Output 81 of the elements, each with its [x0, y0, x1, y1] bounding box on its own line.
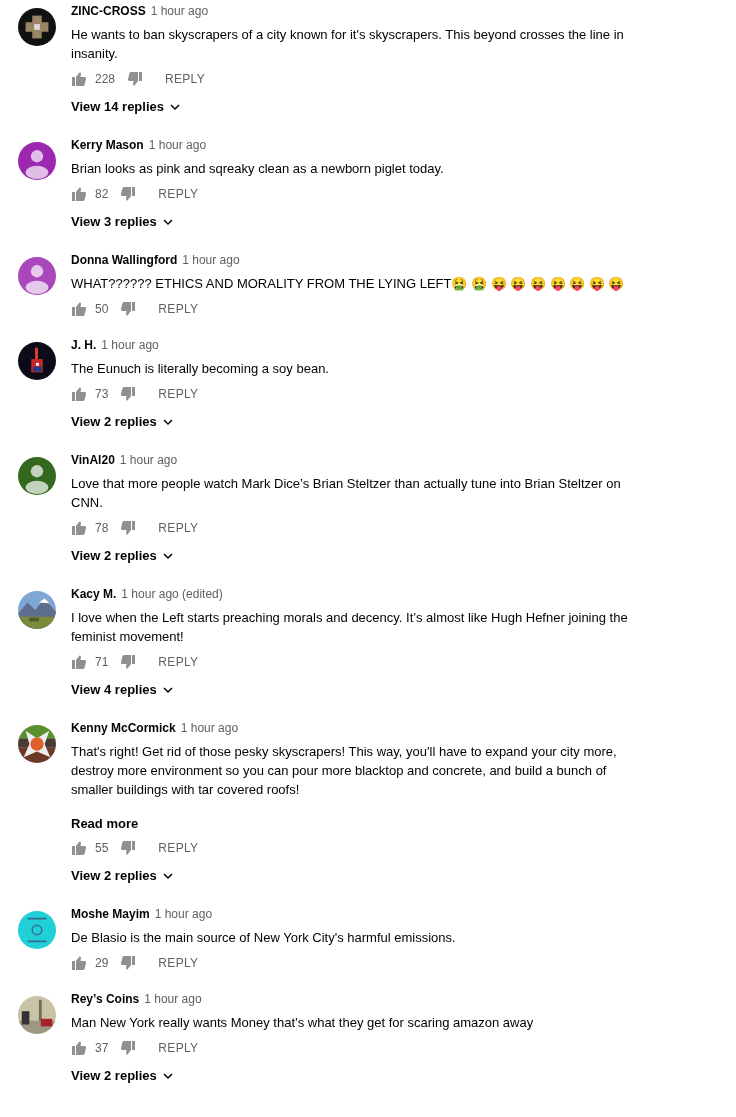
view-replies-button[interactable]: View 4 replies: [71, 676, 173, 703]
thumbs-up-icon[interactable]: [71, 520, 87, 536]
reply-button[interactable]: REPLY: [165, 68, 205, 90]
view-replies-button[interactable]: View 3 replies: [71, 208, 173, 235]
comment-time[interactable]: 1 hour ago: [119, 453, 178, 467]
like-count: 228: [95, 72, 116, 86]
reply-button[interactable]: REPLY: [158, 517, 199, 539]
author-name[interactable]: Moshe Mayim: [71, 907, 150, 921]
thumbs-up-icon[interactable]: [71, 1040, 87, 1056]
comment-time[interactable]: 1 hour ago: [150, 4, 209, 18]
like-count: 82: [95, 187, 109, 201]
view-replies-button[interactable]: View 2 replies: [71, 862, 173, 889]
avatar-icon[interactable]: [18, 457, 56, 495]
author-name[interactable]: Kenny McCormick: [71, 721, 176, 735]
thumbs-down-icon[interactable]: [120, 840, 137, 856]
like-count: 55: [95, 841, 109, 855]
comment-text: The Eunuch is literally becoming a soy bean.: [71, 360, 330, 378]
like-count: 78: [95, 521, 109, 535]
thumbs-down-icon[interactable]: [120, 955, 137, 971]
like-count: 71: [95, 655, 109, 669]
caret-icon: [162, 417, 173, 426]
thumbs-up-icon[interactable]: [71, 186, 87, 202]
thumbs-down-icon[interactable]: [120, 654, 137, 670]
thumbs-down-icon[interactable]: [120, 386, 137, 402]
like-count: 73: [95, 387, 109, 401]
thumbs-down-icon[interactable]: [120, 186, 137, 202]
comment-text: WHAT?????? ETHICS AND MORALITY FROM THE LYING LEFT🤮 🤮 😝 😝 😝 😝 😝 😝 😝: [71, 275, 626, 293]
reply-button[interactable]: REPLY: [158, 952, 199, 974]
caret-icon: [170, 102, 180, 111]
author-name[interactable]: VinAl20: [71, 453, 115, 467]
thumbs-down-icon[interactable]: [120, 1040, 137, 1056]
comment-time[interactable]: 1 hour ago: [148, 138, 207, 152]
thumbs-up-icon[interactable]: [71, 840, 87, 856]
thumbs-up-icon[interactable]: [71, 955, 87, 971]
author-name[interactable]: Kerry Mason: [71, 138, 144, 152]
caret-icon: [162, 551, 173, 560]
like-count: 50: [95, 302, 109, 316]
view-replies-button[interactable]: View 2 replies: [71, 1062, 173, 1089]
reply-button[interactable]: REPLY: [158, 1037, 199, 1059]
comment-text: That's right! Get rid of those pesky skyscrapers! This way, you'll have to expand your city more, destroy more environment so you can pour more blacktop and concrete, and build a bunch of smaller buildings with tar covered roofs!: [71, 743, 618, 799]
reply-button[interactable]: REPLY: [158, 383, 199, 405]
caret-icon: [162, 871, 173, 880]
thumbs-up-icon[interactable]: [71, 71, 87, 87]
comment-text: Love that more people watch Mark Dice’s Brian Steltzer than actually tune into Brian Steltzer on CNN.: [71, 475, 622, 512]
thumbs-up-icon[interactable]: [71, 654, 87, 670]
view-replies-button[interactable]: View 2 replies: [71, 408, 173, 435]
comment-text: Man New York really wants Money that’s what they get for scaring amazon away: [71, 1014, 535, 1032]
comment-time[interactable]: 1 hour ago: [180, 721, 239, 735]
comment-time[interactable]: 1 hour ago (edited): [121, 587, 223, 601]
comment-time[interactable]: 1 hour ago: [101, 338, 159, 352]
author-name[interactable]: ZINC-CROSS: [71, 4, 146, 18]
caret-icon: [162, 1071, 173, 1080]
like-count: 29: [95, 956, 109, 970]
caret-icon: [162, 217, 173, 226]
comment-text: I love when the Left starts preaching morals and decency. It’s almost like Hugh Hefner joining the feminist movement!: [71, 609, 629, 646]
thumbs-down-icon[interactable]: [127, 71, 144, 87]
comment-text: De Blasio is the main source of New York City's harmful emissions.: [71, 929, 457, 947]
thumbs-up-icon[interactable]: [71, 301, 87, 317]
like-count: 37: [95, 1041, 109, 1055]
read-more-link[interactable]: Read more: [71, 816, 139, 831]
reply-button[interactable]: REPLY: [158, 651, 199, 673]
comment-time[interactable]: 1 hour ago: [154, 907, 213, 921]
author-name[interactable]: Rey’s Coins: [71, 992, 140, 1006]
caret-icon: [162, 685, 173, 694]
reply-button[interactable]: REPLY: [158, 837, 199, 859]
thumbs-down-icon[interactable]: [120, 301, 137, 317]
reply-button[interactable]: REPLY: [158, 183, 199, 205]
view-replies-button[interactable]: View 14 replies: [71, 93, 180, 120]
thumbs-up-icon[interactable]: [71, 386, 87, 402]
avatar-icon[interactable]: [18, 142, 56, 180]
comment-text: Brian looks as pink and sqreaky clean as a newborn piglet today.: [71, 160, 445, 178]
comment-text: He wants to ban skyscrapers of a city known for it's skyscrapers. This beyond crosses the line in insanity.: [71, 26, 625, 63]
view-replies-button[interactable]: View 2 replies: [71, 542, 173, 569]
author-name[interactable]: Donna Wallingford: [71, 253, 178, 267]
reply-button[interactable]: REPLY: [158, 298, 199, 320]
author-name[interactable]: Kacy M.: [71, 587, 117, 601]
comment-time[interactable]: 1 hour ago: [144, 992, 202, 1006]
thumbs-down-icon[interactable]: [120, 520, 137, 536]
comment-time[interactable]: 1 hour ago: [182, 253, 240, 267]
avatar-icon[interactable]: [18, 257, 56, 295]
author-name[interactable]: J. H.: [71, 338, 97, 352]
